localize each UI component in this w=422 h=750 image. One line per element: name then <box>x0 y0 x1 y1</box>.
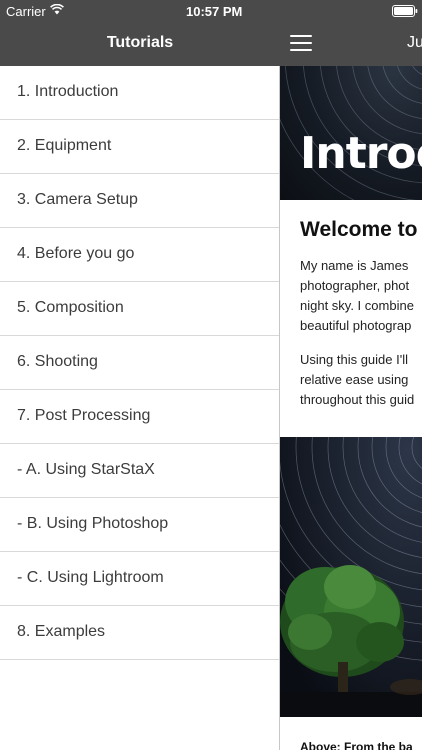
menu-item-before-you-go[interactable]: 4. Before you go <box>0 228 280 282</box>
status-time: 10:57 PM <box>186 4 243 19</box>
drawer-title: Tutorials <box>106 34 174 51</box>
guide-paragraph: Using this guide I'll relative ease usin… <box>300 350 422 410</box>
menu-item-using-starstax[interactable]: - A. Using StarStaX <box>0 444 280 498</box>
menu-item-label: - A. Using StarStaX <box>17 461 155 478</box>
tutorial-menu: 1. Introduction 2. Equipment 3. Camera S… <box>0 66 280 660</box>
menu-item-introduction[interactable]: 1. Introduction <box>0 66 280 120</box>
article-heading: Welcome to <box>300 218 418 241</box>
banner-title: Introdu <box>300 128 422 179</box>
page-title: Ju <box>407 34 422 51</box>
menu-item-label: 5. Composition <box>17 299 124 316</box>
menu-item-label: - B. Using Photoshop <box>17 515 169 532</box>
menu-item-label: - C. Using Lightroom <box>17 569 164 586</box>
menu-item-label: 2. Equipment <box>17 137 112 154</box>
menu-item-post-processing[interactable]: 7. Post Processing <box>0 390 280 444</box>
drawer-header: Carrier 10:57 PM Tutorials <box>0 0 280 66</box>
menu-item-label: 1. Introduction <box>17 83 119 100</box>
menu-item-label: 3. Camera Setup <box>17 191 138 208</box>
main-content: Ju Introdu Welcome to My name is James p… <box>280 0 422 750</box>
menu-item-composition[interactable]: 5. Composition <box>0 282 280 336</box>
paragraph-line: photographer, phot <box>300 278 410 293</box>
paragraph-line: throughout this guid <box>300 392 415 407</box>
star-trail-tree-image <box>280 437 422 717</box>
menu-item-using-photoshop[interactable]: - B. Using Photoshop <box>0 498 280 552</box>
menu-item-shooting[interactable]: 6. Shooting <box>0 336 280 390</box>
menu-item-camera-setup[interactable]: 3. Camera Setup <box>0 174 280 228</box>
menu-item-examples[interactable]: 8. Examples <box>0 606 280 660</box>
star-trail-photo <box>280 437 422 717</box>
hamburger-menu-icon[interactable] <box>290 35 312 51</box>
menu-item-label: 4. Before you go <box>17 245 135 262</box>
paragraph-line: relative ease using <box>300 372 409 387</box>
menu-item-equipment[interactable]: 2. Equipment <box>0 120 280 174</box>
intro-banner-image: Introdu <box>280 66 422 200</box>
wifi-icon <box>50 4 64 15</box>
article-body: Welcome to My name is James photographer… <box>300 218 422 410</box>
paragraph-line: My name is James <box>300 258 409 273</box>
paragraph-line: night sky. I combine <box>300 298 414 313</box>
menu-item-label: 6. Shooting <box>17 353 98 370</box>
menu-item-label: 8. Examples <box>17 623 106 640</box>
battery-icon <box>392 5 418 17</box>
photo-caption: Above: From the ba <box>300 740 413 750</box>
paragraph-line: beautiful photograp <box>300 318 412 333</box>
paragraph-line: Using this guide I'll <box>300 352 408 367</box>
menu-item-using-lightroom[interactable]: - C. Using Lightroom <box>0 552 280 606</box>
carrier-label: Carrier <box>6 4 46 19</box>
intro-paragraph: My name is James photographer, phot nigh… <box>300 256 422 336</box>
main-header: Ju <box>280 0 422 66</box>
navigation-drawer: Carrier 10:57 PM Tutorials 1. Introducti… <box>0 0 280 750</box>
menu-item-label: 7. Post Processing <box>17 407 151 424</box>
